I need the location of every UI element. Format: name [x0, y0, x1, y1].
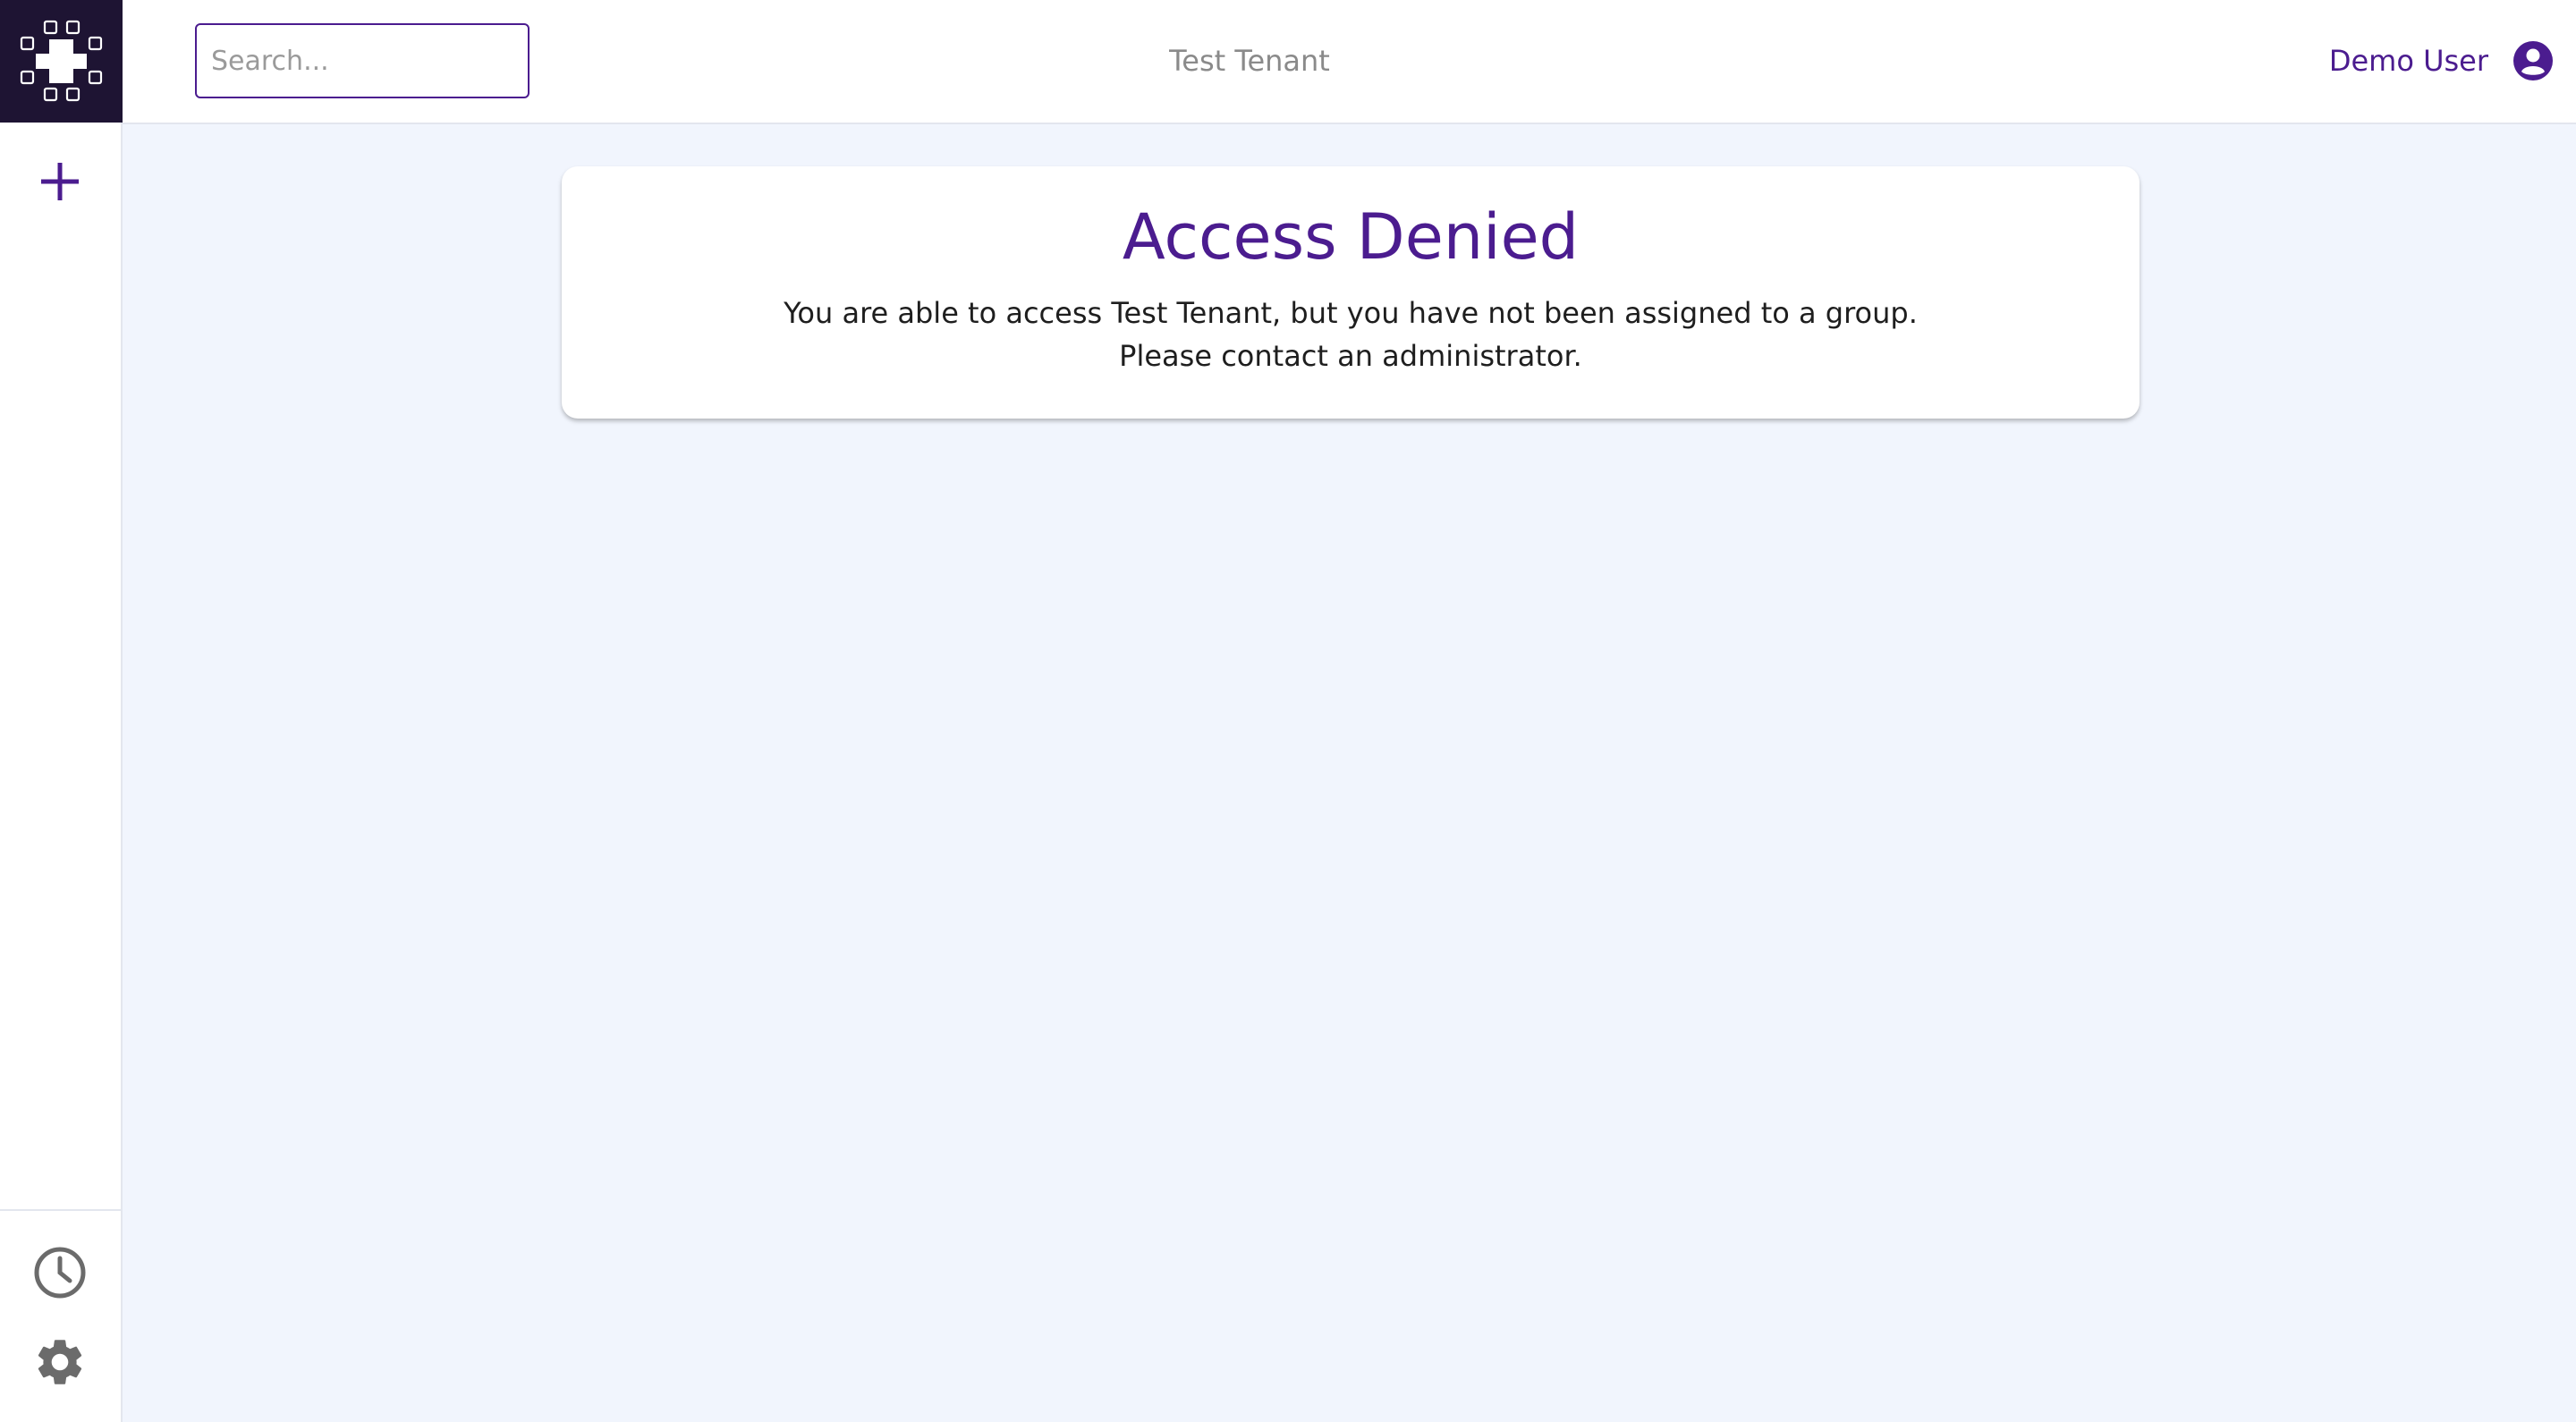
user-name: Demo User [2328, 44, 2488, 78]
tenant-name: Test Tenant [1169, 44, 1330, 78]
access-denied-card: Access Denied You are able to access Tes… [562, 166, 2140, 419]
settings-button[interactable] [32, 1334, 88, 1390]
top-header: Test Tenant Demo User [123, 0, 2576, 124]
search-input[interactable] [195, 23, 530, 98]
card-message-line-1: You are able to access Test Tenant, but … [784, 296, 1918, 330]
account-circle-icon [2513, 41, 2553, 80]
user-menu[interactable]: Demo User [2329, 34, 2555, 88]
plus-icon [41, 163, 79, 200]
card-message: You are able to access Test Tenant, but … [562, 292, 2140, 377]
grid-cross-logo-icon [20, 20, 103, 102]
history-button[interactable] [32, 1245, 88, 1300]
sidebar-divider [0, 1209, 123, 1211]
app-logo[interactable] [0, 0, 123, 123]
gear-icon [38, 1340, 82, 1384]
clock-icon [34, 1247, 86, 1299]
card-title: Access Denied [1122, 200, 1580, 274]
sidebar [0, 0, 123, 1422]
card-message-line-2: Please contact an administrator. [1119, 339, 1582, 373]
add-button[interactable] [32, 154, 88, 209]
